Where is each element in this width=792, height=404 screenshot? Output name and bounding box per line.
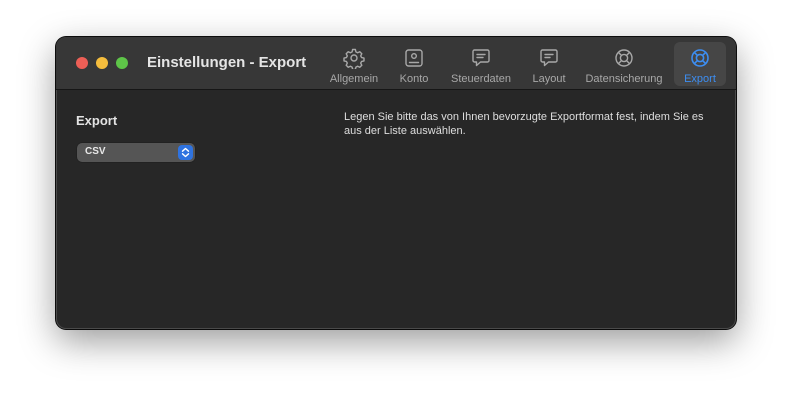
chevron-up-down-icon [181, 147, 190, 158]
popup-stepper [178, 145, 193, 160]
export-description: Legen Sie bitte das von Ihnen bevorzugte… [344, 111, 704, 137]
toolbar-item-allgemein[interactable]: Allgemein [325, 42, 383, 86]
export-format-popup[interactable]: CSV [77, 143, 195, 162]
toolbar-item-konto[interactable]: Konto [390, 42, 438, 86]
export-lifebuoy-icon [691, 49, 709, 67]
message-bubble-icon [472, 49, 490, 67]
toolbar-item-label: Export [684, 73, 716, 85]
preferences-window: Einstellungen - Export Allgemein Konto S… [56, 37, 736, 329]
toolbar-item-label: Konto [399, 73, 429, 85]
account-card-icon [405, 49, 423, 67]
toolbar-item-label: Datensicherung [585, 73, 663, 85]
toolbar-item-label: Allgemein [329, 73, 379, 85]
toolbar-item-label: Layout [532, 73, 566, 85]
toolbar-item-export[interactable]: Export [674, 42, 726, 86]
export-settings-pane: Export CSV Legen Sie bitte das von Ihnen… [56, 90, 736, 329]
toolbar-item-label: Steuerdaten [451, 73, 511, 85]
close-window-button[interactable] [76, 57, 88, 69]
window-title: Einstellungen - Export [147, 54, 307, 71]
zoom-window-button[interactable] [116, 57, 128, 69]
title-bar: Einstellungen - Export Allgemein Konto S… [56, 37, 736, 90]
layout-bubble-icon [540, 49, 558, 67]
toolbar-item-steuerdaten[interactable]: Steuerdaten [445, 42, 517, 86]
minimize-window-button[interactable] [96, 57, 108, 69]
export-format-value: CSV [85, 146, 106, 157]
toolbar-item-datensicherung[interactable]: Datensicherung [580, 42, 668, 86]
lifebuoy-icon [615, 49, 633, 67]
section-title: Export [76, 113, 118, 128]
toolbar-item-layout[interactable]: Layout [524, 42, 574, 86]
gear-icon [343, 48, 365, 69]
